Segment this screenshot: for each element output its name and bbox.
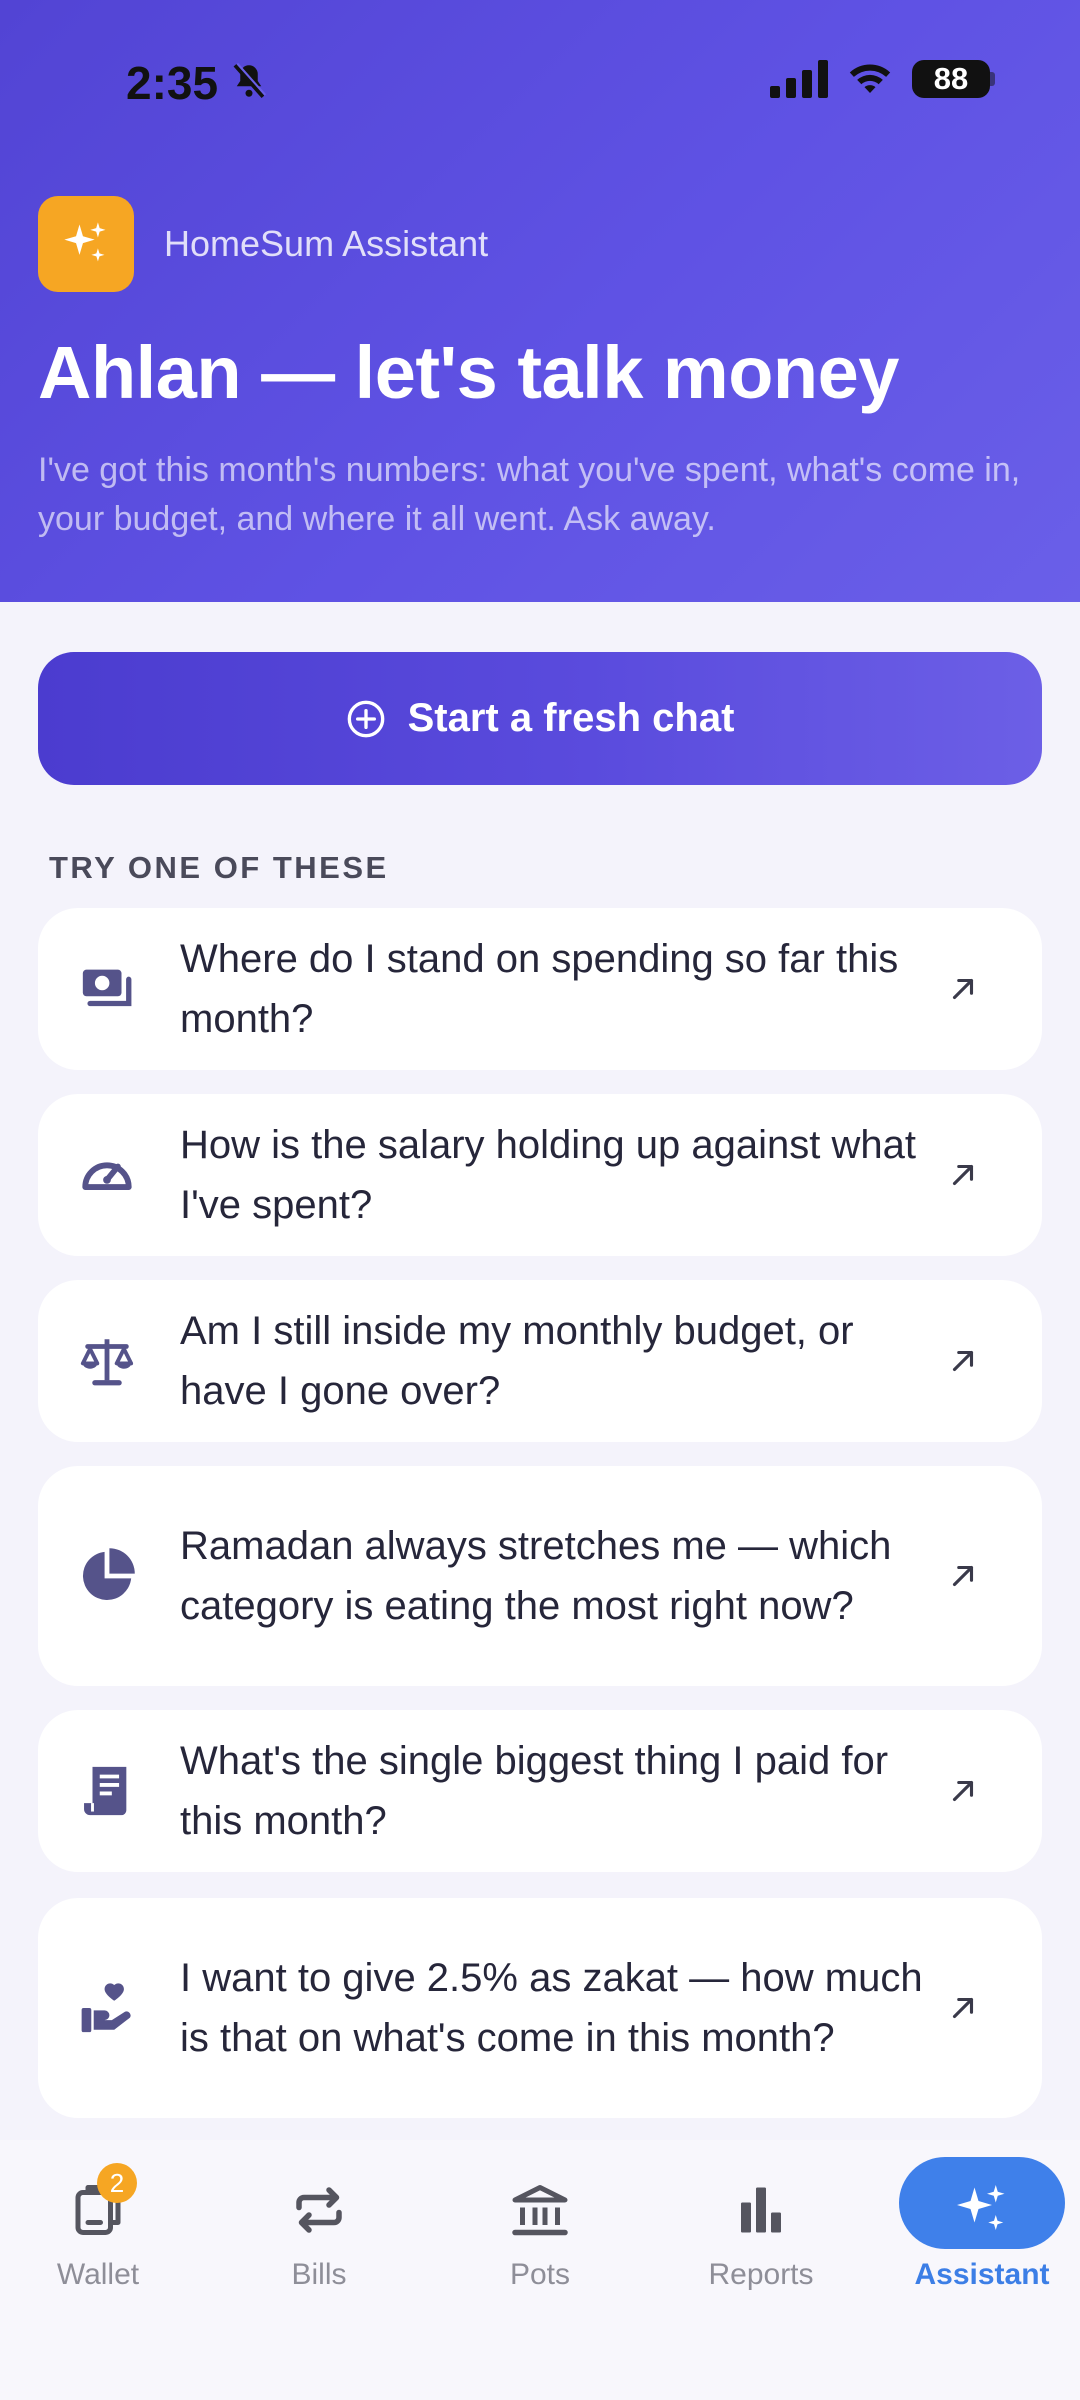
suggestion-text: Where do I stand on spending so far this… xyxy=(180,937,899,1041)
nav-label-reports: Reports xyxy=(708,2258,814,2291)
status-time: 2:35 xyxy=(126,57,219,109)
bar-chart-icon xyxy=(741,2187,781,2233)
arrow-up-right-icon xyxy=(952,1780,974,1802)
bottom-nav: Wallet Bills Pots Reports Assistant xyxy=(0,2140,1080,2400)
nav-label-pots: Pots xyxy=(509,2258,571,2291)
receipt-icon xyxy=(76,1760,138,1822)
money-icon xyxy=(76,958,138,1020)
arrow-up-right-icon xyxy=(952,1565,974,1587)
start-chat-label: Start a fresh chat xyxy=(407,696,735,740)
suggestion-card[interactable]: What's the single biggest thing I paid f… xyxy=(38,1710,1042,1872)
sparkles-icon xyxy=(957,2185,1005,2230)
suggestion-card[interactable]: I want to give 2.5% as zakat — how much … xyxy=(38,1898,1042,2118)
suggestion-card[interactable]: Where do I stand on spending so far this… xyxy=(38,908,1042,1070)
battery-indicator: 88 xyxy=(912,60,990,98)
scale-icon xyxy=(76,1330,138,1392)
bell-off-icon xyxy=(233,62,267,99)
arrow-up-right-icon xyxy=(952,978,974,1000)
nav-label-assistant: Assistant xyxy=(914,2258,1050,2291)
gauge-icon xyxy=(76,1144,138,1206)
app-logo xyxy=(38,196,134,292)
pie-chart-icon xyxy=(76,1545,138,1607)
arrow-up-right-icon xyxy=(952,1997,974,2019)
nav-item-pots[interactable]: Pots xyxy=(440,2140,640,2310)
suggestion-text: I want to give 2.5% as zakat — how much … xyxy=(180,1956,923,2060)
nav-item-bills[interactable]: Bills xyxy=(219,2140,419,2310)
suggestion-text: Ramadan always stretches me — which cate… xyxy=(180,1524,892,1628)
repeat-icon xyxy=(296,2187,342,2233)
header: 2:35 88 HomeSum Assistant Ahlan — let's xyxy=(0,0,1080,602)
plus-circle-icon xyxy=(347,700,384,737)
suggestion-text: How is the salary holding up against wha… xyxy=(180,1123,916,1227)
arrow-up-right-icon xyxy=(952,1350,974,1372)
suggestion-card[interactable]: Am I still inside my monthly budget, or … xyxy=(38,1280,1042,1442)
bank-icon xyxy=(512,2185,568,2236)
hand-heart-icon xyxy=(76,1977,138,2039)
nav-label-bills: Bills xyxy=(291,2258,347,2291)
battery-tip xyxy=(990,72,995,86)
suggestion-card[interactable]: Ramadan always stretches me — which cate… xyxy=(38,1466,1042,1686)
arrow-up-right-icon xyxy=(952,1164,974,1186)
suggestion-text: Am I still inside my monthly budget, or … xyxy=(180,1309,854,1413)
app-name: HomeSum Assistant xyxy=(164,223,489,264)
wallet-notification-badge: 2 xyxy=(97,2163,137,2203)
nav-item-assistant[interactable]: Assistant xyxy=(882,2140,1080,2310)
cellular-signal-icon xyxy=(770,60,828,98)
start-chat-button[interactable]: Start a fresh chat xyxy=(38,652,1042,785)
page-title: Ahlan — let's talk money xyxy=(38,331,899,414)
nav-item-wallet[interactable]: Wallet xyxy=(0,2140,198,2310)
nav-item-reports[interactable]: Reports xyxy=(661,2140,861,2310)
suggestion-text: What's the single biggest thing I paid f… xyxy=(180,1739,889,1843)
page-subtitle: I've got this month's numbers: what you'… xyxy=(38,451,1021,538)
sparkles-icon xyxy=(64,222,106,262)
suggestion-card[interactable]: How is the salary holding up against wha… xyxy=(38,1094,1042,1256)
wifi-icon xyxy=(849,64,891,94)
section-label: TRY ONE OF THESE xyxy=(49,850,389,885)
nav-label-wallet: Wallet xyxy=(56,2258,140,2291)
status-bar: 2:35 88 xyxy=(0,0,1080,160)
